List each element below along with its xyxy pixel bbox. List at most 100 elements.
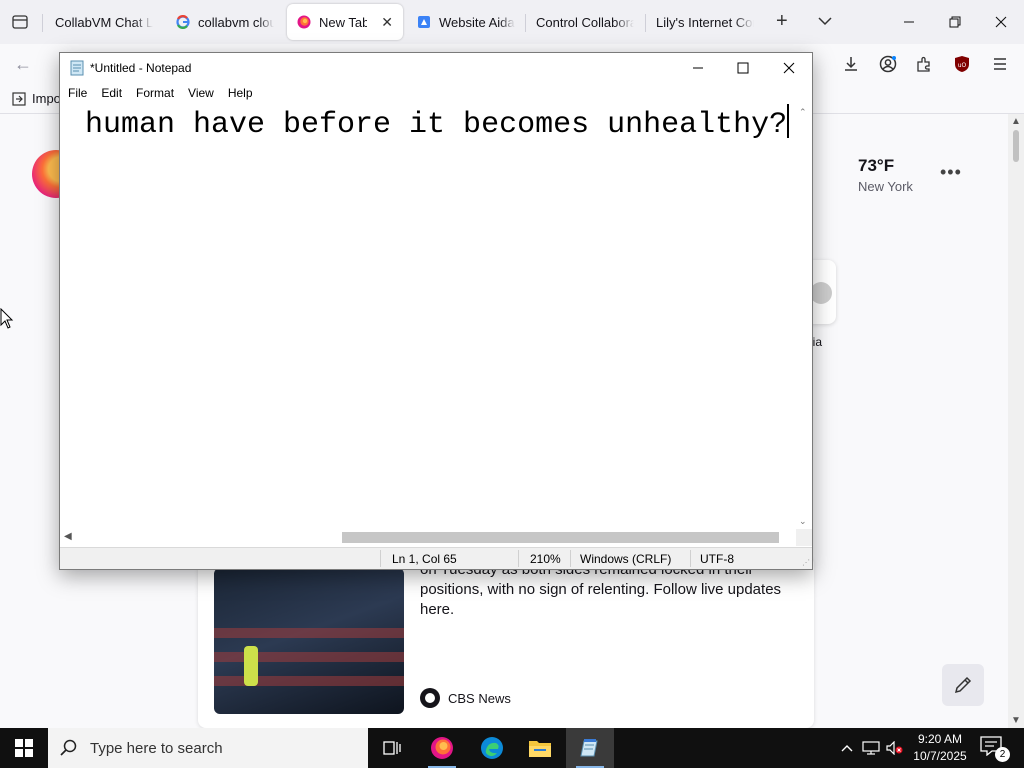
google-icon	[176, 15, 190, 29]
account-icon[interactable]	[876, 52, 900, 76]
tab-separator	[42, 14, 43, 32]
notepad-app-icon	[69, 60, 85, 76]
mouse-pointer-icon	[0, 307, 14, 333]
taskbar-search-box[interactable]: Type here to search	[48, 728, 368, 768]
clock-date: 10/7/2025	[913, 749, 967, 763]
notepad-close-icon[interactable]	[766, 53, 812, 83]
zoom-level: 210%	[530, 552, 561, 566]
tab-label: Lily's Internet Corn	[656, 14, 754, 30]
volume-muted-icon[interactable]	[884, 728, 906, 768]
taskbar-edge[interactable]	[468, 728, 516, 768]
news-story-card[interactable]: on Tuesday as both sides remained locked…	[198, 556, 814, 728]
menu-edit[interactable]: Edit	[94, 83, 129, 103]
ublock-origin-icon[interactable]: uO	[950, 52, 974, 76]
network-icon[interactable]	[860, 728, 882, 768]
weather-widget[interactable]: 73°F New York	[858, 156, 913, 194]
menu-format[interactable]: Format	[129, 83, 181, 103]
customize-pencil-button[interactable]	[942, 664, 984, 706]
scroll-thumb[interactable]	[1013, 130, 1019, 162]
menu-help[interactable]: Help	[221, 83, 260, 103]
browser-minimize-icon[interactable]	[886, 0, 932, 44]
show-hidden-icons-chevron-icon[interactable]	[836, 728, 858, 768]
windows-logo-icon	[15, 739, 33, 757]
app-menu-hamburger-icon[interactable]	[988, 52, 1012, 76]
notepad-menu-bar: File Edit Format View Help	[60, 83, 812, 103]
shortcut-favicon-icon	[810, 282, 832, 304]
folder-icon	[529, 741, 551, 757]
weather-more-options-icon[interactable]: •••	[940, 162, 962, 183]
task-view-icon	[383, 741, 401, 755]
new-tab-plus-icon[interactable]: +	[776, 11, 788, 31]
tab-collabvm-chat-log[interactable]: CollabVM Chat Log	[45, 4, 163, 40]
notepad-status-bar: Ln 1, Col 65 210% Windows (CRLF) UTF-8 ⋰	[60, 547, 812, 569]
close-tab-icon[interactable]: ✕	[381, 14, 393, 31]
notepad-window: *Untitled - Notepad File Edit Format Vie…	[59, 52, 813, 570]
tab-google-search[interactable]: collabvm cloud	[166, 4, 284, 40]
tab-website[interactable]: Website Aidan	[407, 4, 525, 40]
page-scrollbar[interactable]: ▲ ▼	[1008, 114, 1024, 728]
edge-icon	[481, 737, 503, 759]
tab-label: collabvm cloud	[198, 14, 274, 30]
firefox-tab-bar: CollabVM Chat Log collabvm cloud New Tab…	[0, 0, 1024, 44]
pencil-icon	[954, 676, 972, 694]
notepad-minimize-icon[interactable]	[675, 53, 721, 83]
downloads-icon[interactable]	[839, 52, 863, 76]
cbs-news-logo-icon	[420, 688, 440, 708]
notepad-vertical-scrollbar[interactable]: ⌃ ⌄	[796, 104, 812, 529]
firefox-icon	[297, 15, 311, 29]
svg-text:uO: uO	[958, 62, 967, 69]
firefox-icon	[431, 737, 453, 759]
list-all-tabs-chevron-icon[interactable]	[818, 14, 832, 29]
taskbar-clock[interactable]: 9:20 AM 10/7/2025	[906, 731, 974, 765]
clock-time: 9:20 AM	[917, 732, 963, 746]
scroll-left-arrow-icon[interactable]: ◀	[64, 531, 72, 542]
tab-label: Control Collaborat	[536, 14, 634, 30]
taskbar-file-explorer[interactable]	[516, 728, 564, 768]
notepad-maximize-icon[interactable]	[720, 53, 766, 83]
weather-city: New York	[858, 179, 913, 194]
import-icon	[12, 91, 26, 106]
website-favicon-icon	[417, 15, 431, 29]
start-button[interactable]	[0, 728, 48, 768]
firefox-view-icon[interactable]	[8, 11, 32, 33]
scroll-up-arrow-icon[interactable]: ▲	[1011, 116, 1021, 127]
notepad-text-area[interactable]: human have before it becomes unhealthy?	[60, 104, 796, 529]
extensions-puzzle-icon[interactable]	[912, 52, 936, 76]
news-source: CBS News	[420, 688, 511, 708]
tab-label: CollabVM Chat Log	[55, 14, 153, 30]
tab-new-tab[interactable]: New Tab ✕	[287, 4, 403, 40]
news-thumbnail-image	[214, 568, 404, 714]
import-bookmarks-label: Impo	[32, 91, 61, 106]
notepad-title-bar[interactable]: *Untitled - Notepad	[60, 53, 812, 83]
scrollbar-corner	[796, 529, 812, 546]
weather-temperature: 73°F	[858, 156, 895, 175]
cursor-position: Ln 1, Col 65	[392, 552, 457, 566]
tab-label: Website Aidan	[439, 14, 515, 30]
notepad-horizontal-scrollbar[interactable]: ◀ ▶	[60, 529, 810, 546]
windows-taskbar: Type here to search 9:20 AM 10/7/2025 2	[0, 728, 1024, 768]
document-text: human have before it becomes unhealthy?	[85, 108, 788, 142]
tab-lilys-internet[interactable]: Lily's Internet Corn	[646, 4, 764, 40]
menu-file[interactable]: File	[60, 83, 94, 103]
horizontal-scroll-thumb[interactable]	[342, 532, 779, 543]
back-arrow-icon[interactable]: ←	[14, 54, 32, 75]
resize-grip-icon[interactable]: ⋰	[802, 558, 810, 567]
browser-close-icon[interactable]	[978, 0, 1024, 44]
scroll-up-arrow-icon[interactable]: ⌃	[799, 107, 807, 118]
encoding: UTF-8	[700, 552, 734, 566]
line-ending: Windows (CRLF)	[580, 552, 672, 566]
notepad-icon	[580, 739, 598, 757]
task-view-button[interactable]	[368, 728, 416, 768]
scroll-down-arrow-icon[interactable]: ⌄	[799, 516, 807, 527]
taskbar-firefox[interactable]	[418, 728, 466, 768]
tab-label: New Tab	[319, 14, 368, 30]
scroll-down-arrow-icon[interactable]: ▼	[1011, 715, 1021, 726]
notification-center-button[interactable]: 2	[980, 736, 1010, 762]
menu-view[interactable]: View	[181, 83, 221, 103]
text-line: human have before it becomes unhealthy?	[85, 104, 790, 145]
notepad-window-title: *Untitled - Notepad	[90, 61, 192, 75]
tab-control-collaborat[interactable]: Control Collaborat	[526, 4, 644, 40]
browser-restore-icon[interactable]	[932, 0, 978, 44]
import-bookmarks-button[interactable]: Impo	[12, 91, 61, 106]
taskbar-notepad[interactable]	[566, 728, 614, 768]
